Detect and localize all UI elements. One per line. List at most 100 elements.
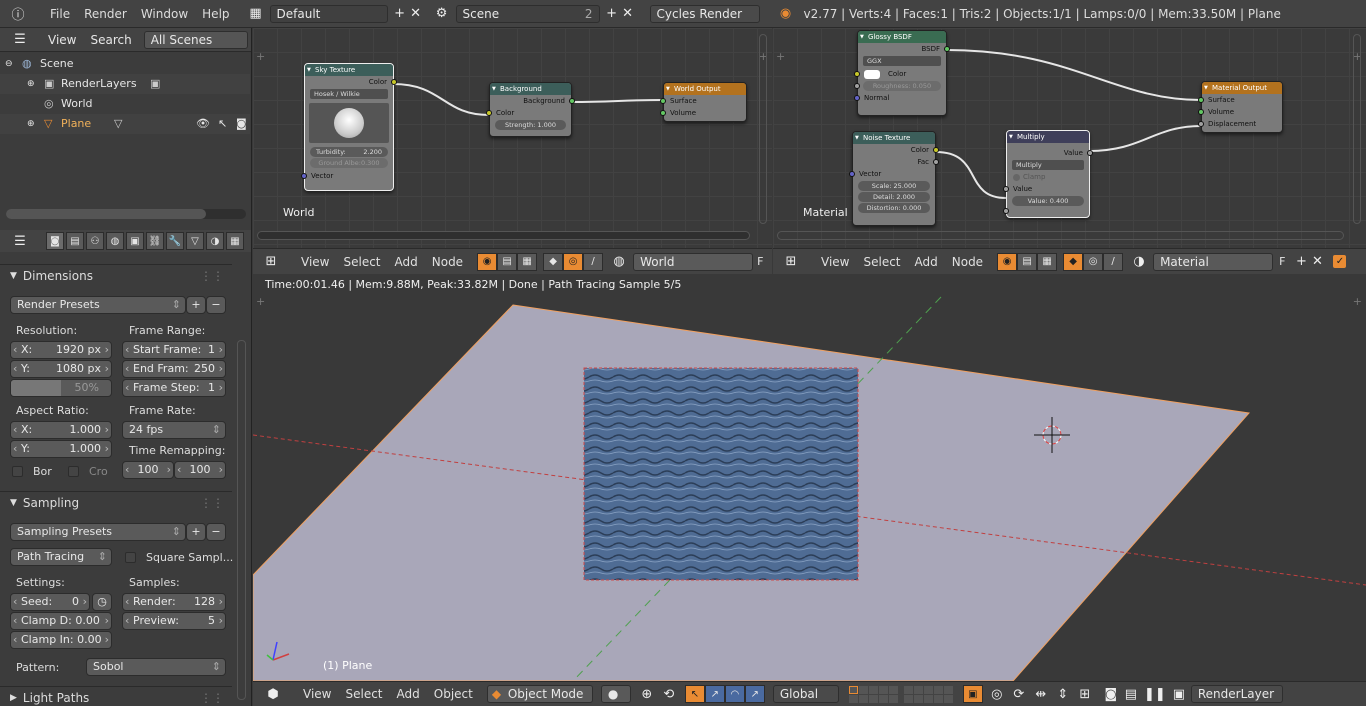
outliner-menu-search[interactable]: Search	[90, 33, 131, 47]
outliner-scrollbar[interactable]	[6, 209, 246, 219]
layers-grid-2[interactable]	[903, 685, 953, 703]
transform-orientation-dropdown[interactable]: Global	[772, 685, 839, 703]
turbidity-field[interactable]: Turbidity: 2.200	[310, 147, 388, 157]
properties-scrollbar[interactable]	[237, 340, 246, 700]
render-presets-menu[interactable]: Render Presets ⇕	[10, 296, 186, 314]
screen-layout-icon[interactable]: ▦	[248, 6, 264, 22]
world-output-node[interactable]: World Output Surface Volume	[660, 82, 747, 122]
light-paths-panel-header[interactable]: ▶ Light Paths ⋮⋮	[0, 686, 232, 706]
render-layer-icon[interactable]: ▣	[1171, 686, 1187, 702]
snap-icon[interactable]: ⇹	[1033, 686, 1049, 702]
data-tab-icon[interactable]: ▽	[186, 232, 204, 250]
ground-albedo-field[interactable]: Ground Albe:0.300	[310, 158, 388, 168]
menu-file[interactable]: File	[50, 7, 70, 21]
distribution-dropdown[interactable]: GGX	[863, 56, 941, 66]
menu-view[interactable]: View	[303, 687, 331, 701]
menu-add[interactable]: Add	[397, 687, 420, 701]
aspect-y-field[interactable]: Y:1.000	[10, 440, 112, 458]
outliner-item-scene[interactable]: ⊖ ◍ Scene	[0, 54, 250, 74]
scene-field[interactable]: Scene 2	[455, 4, 600, 23]
sampling-presets-menu[interactable]: Sampling Presets ⇕	[10, 523, 186, 541]
collapse-icon[interactable]: ⊖	[5, 54, 13, 74]
material-node-editor[interactable]: Glossy BSDF BSDF GGX Color Roughness: 0.…	[773, 28, 1366, 248]
scale-field[interactable]: Scale: 25.000	[858, 181, 930, 191]
clamp-indirect-field[interactable]: Clamp In: 0.00	[10, 631, 112, 649]
h-scrollbar[interactable]	[257, 231, 750, 240]
linestyle-shader-icon[interactable]: /	[1103, 252, 1124, 271]
add-material-icon[interactable]: +	[1293, 254, 1309, 270]
time-remap-old-field[interactable]: 100	[122, 461, 174, 479]
border-checkbox[interactable]	[12, 466, 23, 477]
frame-step-field[interactable]: Frame Step:1	[122, 379, 226, 397]
pivot-point-icon[interactable]: ⊕	[639, 686, 655, 702]
square-samples-checkbox[interactable]	[125, 552, 136, 563]
3d-viewport[interactable]: Time:00:01.46 | Mem:9.88M, Peak:33.82M |…	[253, 275, 1366, 681]
outliner-item-renderlayers[interactable]: ⊕ ▣ RenderLayers ▣	[0, 74, 250, 94]
object-shader-icon[interactable]: ◆	[543, 252, 564, 271]
socket[interactable]	[854, 71, 860, 77]
scene-tab-icon[interactable]: ⚇	[86, 232, 104, 250]
menu-view[interactable]: View	[301, 255, 329, 269]
value-field[interactable]: Value: 0.400	[1003, 196, 1084, 214]
socket[interactable]	[944, 46, 950, 52]
strength-field[interactable]: Strength: 1.000	[495, 120, 566, 130]
render-layers-tab-icon[interactable]: ▤	[66, 232, 84, 250]
menu-help[interactable]: Help	[202, 7, 229, 21]
remove-scene-icon[interactable]: ✕	[620, 6, 636, 22]
material-datablock-field[interactable]: Material	[1153, 252, 1274, 271]
texture-tab-icon[interactable]: ▦	[226, 232, 244, 250]
outliner-item-plane[interactable]: ⊕ ▽ Plane ▽ 👁 ↖ ◙	[0, 114, 250, 134]
expand-icon[interactable]: ⊕	[27, 114, 35, 134]
socket[interactable]	[1087, 150, 1093, 156]
texture-nodes-icon[interactable]: ▤	[1017, 252, 1038, 271]
multiply-node[interactable]: Multiply Value Multiply Clamp Value Valu…	[1003, 130, 1093, 218]
opengl-render-icon[interactable]: ◙	[1103, 686, 1119, 702]
screen-layout-field[interactable]: Default	[269, 4, 388, 23]
menu-select[interactable]: Select	[863, 255, 900, 269]
menu-select[interactable]: Select	[343, 255, 380, 269]
mode-dropdown[interactable]: ◆ Object Mode	[486, 685, 593, 703]
menu-node[interactable]: Node	[952, 255, 983, 269]
falloff-icon[interactable]: ⟳	[1011, 686, 1027, 702]
object-tab-icon[interactable]: ▣	[126, 232, 144, 250]
pause-render-icon[interactable]: ❚❚	[1144, 686, 1166, 702]
end-frame-field[interactable]: End Fram:250	[122, 360, 226, 378]
editor-type-icon[interactable]: ⊞	[263, 254, 279, 270]
integrator-dropdown[interactable]: Path Tracing ⇕	[10, 548, 112, 566]
v-scrollbar[interactable]	[759, 34, 767, 224]
fake-user-button[interactable]: F	[1279, 255, 1285, 268]
start-frame-field[interactable]: Start Frame:1	[122, 341, 226, 359]
add-layout-icon[interactable]: +	[392, 6, 408, 22]
socket[interactable]	[933, 147, 939, 153]
world-shader-icon[interactable]: ◎	[1083, 252, 1104, 271]
opengl-animation-icon[interactable]: ▤	[1123, 686, 1139, 702]
pattern-dropdown[interactable]: Sobol ⇕	[86, 658, 226, 676]
constraints-tab-icon[interactable]: ⛓	[146, 232, 164, 250]
menu-add[interactable]: Add	[915, 255, 938, 269]
dimensions-panel-header[interactable]: ▼ Dimensions ⋮⋮	[0, 264, 232, 286]
menu-node[interactable]: Node	[432, 255, 463, 269]
render-camera-icon[interactable]: ◙	[236, 114, 247, 134]
linestyle-shader-icon[interactable]: /	[583, 252, 604, 271]
socket[interactable]	[486, 110, 492, 116]
socket[interactable]	[1198, 97, 1204, 103]
material-tab-icon[interactable]: ◑	[206, 232, 224, 250]
shader-nodes-icon[interactable]: ◉	[997, 252, 1018, 271]
drag-handle-icon[interactable]: ⋮⋮	[200, 269, 224, 283]
menu-object[interactable]: Object	[434, 687, 473, 701]
sky-texture-node[interactable]: Sky Texture Color Hosek / Wilkie Turbidi…	[301, 63, 397, 191]
socket[interactable]	[391, 79, 397, 85]
resolution-x-field[interactable]: X:1920 px	[10, 341, 112, 359]
resolution-y-field[interactable]: Y:1080 px	[10, 360, 112, 378]
drag-handle-icon[interactable]: ⋮⋮	[200, 496, 224, 510]
fake-user-button[interactable]: F	[757, 255, 763, 268]
socket[interactable]	[660, 110, 666, 116]
sky-preview[interactable]	[309, 103, 389, 143]
time-remap-new-field[interactable]: 100	[174, 461, 226, 479]
lock-camera-layers-icon[interactable]: ▣	[962, 685, 983, 703]
world-tab-icon[interactable]: ◍	[106, 232, 124, 250]
viewport-shading-dropdown[interactable]: ●	[600, 685, 631, 703]
editor-type-icon[interactable]: ⊞	[783, 254, 799, 270]
object-shader-icon[interactable]: ◆	[1063, 252, 1084, 271]
world-shader-icon[interactable]: ◎	[563, 252, 584, 271]
